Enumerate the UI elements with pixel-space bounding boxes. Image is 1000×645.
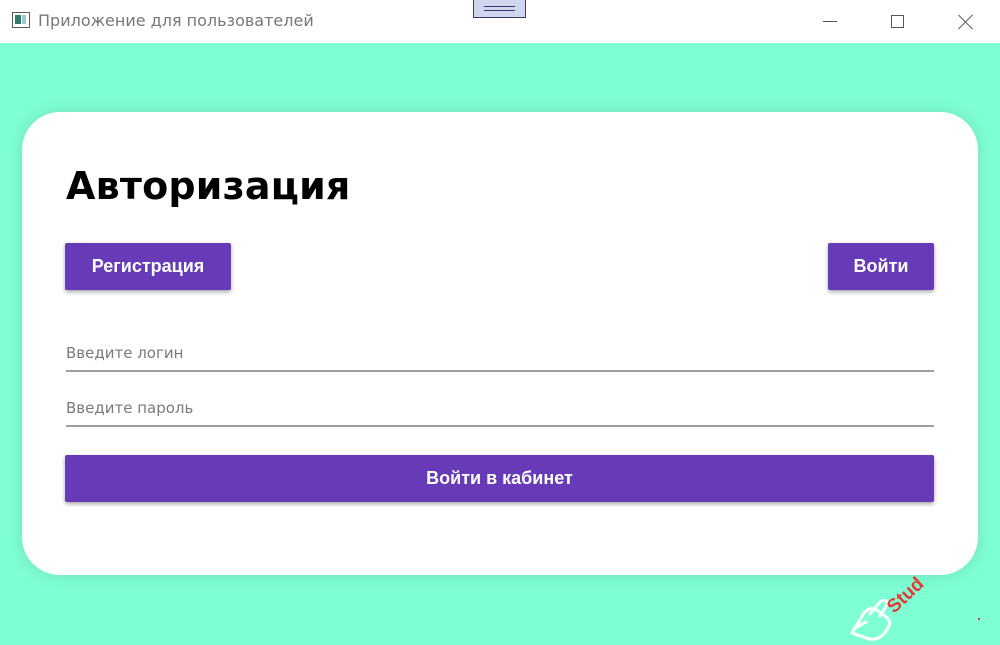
watermark-text: Stud (883, 574, 928, 618)
close-icon (958, 14, 974, 30)
window-title: Приложение для пользователей (38, 11, 314, 30)
login-tab-button[interactable]: Войти (828, 243, 934, 290)
auth-card: Авторизация Регистрация Войти Войти в ка… (22, 112, 978, 575)
stud-logo: Stud (850, 574, 928, 641)
app-window-icon (12, 12, 30, 28)
title-bar: Приложение для пользователей (0, 0, 1000, 43)
password-input[interactable] (66, 393, 934, 423)
maximize-icon (890, 15, 904, 28)
window-client-area: Авторизация Регистрация Войти Войти в ка… (0, 43, 1000, 645)
minimize-button[interactable] (807, 0, 853, 43)
debug-toolbar-handle[interactable] (473, 0, 526, 18)
hand-icon (850, 598, 892, 641)
password-field (66, 393, 934, 427)
close-button[interactable] (943, 0, 989, 43)
decorative-dot (978, 618, 980, 620)
login-input[interactable] (66, 338, 934, 368)
minimize-icon (823, 21, 837, 22)
maximize-button[interactable] (874, 0, 920, 43)
login-field (66, 338, 934, 372)
page-title: Авторизация (66, 164, 351, 208)
submit-login-button[interactable]: Войти в кабинет (65, 455, 934, 502)
register-button[interactable]: Регистрация (65, 243, 231, 290)
